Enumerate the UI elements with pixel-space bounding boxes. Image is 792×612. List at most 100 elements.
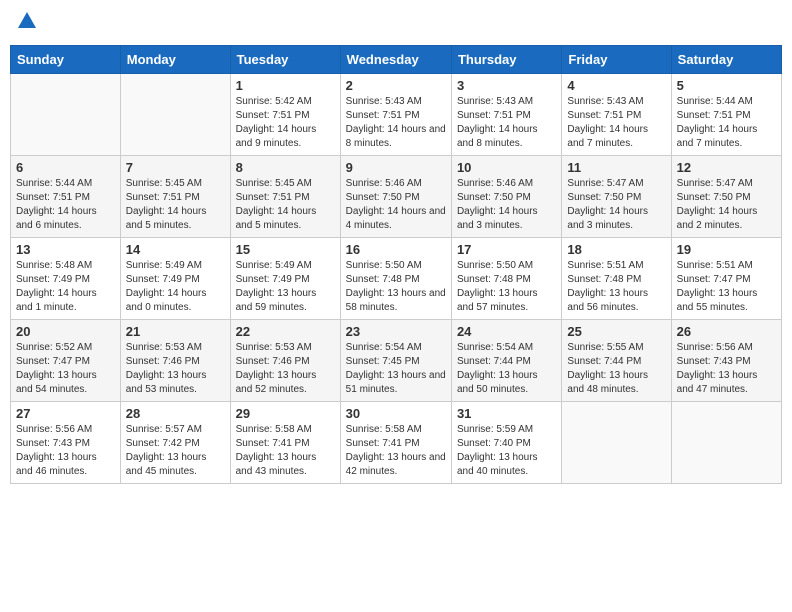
day-number: 19 bbox=[677, 242, 776, 257]
calendar-week-row: 27 Sunrise: 5:56 AMSunset: 7:43 PMDayligh… bbox=[11, 402, 782, 484]
day-number: 14 bbox=[126, 242, 225, 257]
calendar-day-cell: 28 Sunrise: 5:57 AMSunset: 7:42 PMDayligh… bbox=[120, 402, 230, 484]
day-info: Sunrise: 5:58 AMSunset: 7:41 PMDaylight:… bbox=[346, 423, 446, 479]
calendar-day-cell: 26 Sunrise: 5:56 AMSunset: 7:43 PMDayligh… bbox=[671, 320, 781, 402]
day-number: 30 bbox=[346, 406, 446, 421]
calendar-day-cell: 5Sunrise: 5:44 AMSunset: 7:51 PMDaylight… bbox=[671, 74, 781, 156]
logo bbox=[14, 10, 38, 37]
day-info: Sunrise: 5:43 AMSunset: 7:51 PMDaylight:… bbox=[346, 95, 446, 151]
weekday-header: Sunday bbox=[11, 46, 121, 74]
day-number: 1 bbox=[236, 78, 335, 93]
day-number: 6 bbox=[16, 160, 115, 175]
day-info: Sunrise: 5:51 AMSunset: 7:48 PMDaylight:… bbox=[567, 259, 665, 315]
day-info: Sunrise: 5:43 AMSunset: 7:51 PMDaylight:… bbox=[457, 95, 556, 151]
day-info: Sunrise: 5:55 AMSunset: 7:44 PMDaylight:… bbox=[567, 341, 665, 397]
day-info: Sunrise: 5:53 AMSunset: 7:46 PMDaylight:… bbox=[236, 341, 335, 397]
day-number: 7 bbox=[126, 160, 225, 175]
calendar-day-cell: 23 Sunrise: 5:54 AMSunset: 7:45 PMDayligh… bbox=[340, 320, 451, 402]
calendar-day-cell: 10 Sunrise: 5:46 AMSunset: 7:50 PMDayligh… bbox=[451, 156, 561, 238]
calendar-day-cell: 21Sunrise: 5:53 AMSunset: 7:46 PMDayligh… bbox=[120, 320, 230, 402]
calendar-day-cell bbox=[120, 74, 230, 156]
calendar-day-cell: 12 Sunrise: 5:47 AMSunset: 7:50 PMDayligh… bbox=[671, 156, 781, 238]
day-info: Sunrise: 5:57 AMSunset: 7:42 PMDaylight:… bbox=[126, 423, 225, 479]
day-number: 5 bbox=[677, 78, 776, 93]
day-info: Sunrise: 5:56 AMSunset: 7:43 PMDaylight:… bbox=[677, 341, 776, 397]
day-number: 18 bbox=[567, 242, 665, 257]
calendar-day-cell: 8 Sunrise: 5:45 AMSunset: 7:51 PMDaylight… bbox=[230, 156, 340, 238]
day-number: 28 bbox=[126, 406, 225, 421]
calendar-day-cell: 3 Sunrise: 5:43 AMSunset: 7:51 PMDaylight… bbox=[451, 74, 561, 156]
calendar-day-cell: 2 Sunrise: 5:43 AMSunset: 7:51 PMDaylight… bbox=[340, 74, 451, 156]
day-number: 3 bbox=[457, 78, 556, 93]
day-info: Sunrise: 5:47 AMSunset: 7:50 PMDaylight:… bbox=[677, 177, 776, 233]
day-number: 15 bbox=[236, 242, 335, 257]
weekday-header: Saturday bbox=[671, 46, 781, 74]
calendar-day-cell: 31 Sunrise: 5:59 AMSunset: 7:40 PMDayligh… bbox=[451, 402, 561, 484]
day-number: 20 bbox=[16, 324, 115, 339]
day-number: 31 bbox=[457, 406, 556, 421]
page-header bbox=[10, 10, 782, 37]
day-info: Sunrise: 5:45 AMSunset: 7:51 PMDaylight:… bbox=[236, 177, 335, 233]
calendar-day-cell bbox=[671, 402, 781, 484]
day-info: Sunrise: 5:49 AMSunset: 7:49 PMDaylight:… bbox=[126, 259, 225, 315]
day-info: Sunrise: 5:56 AMSunset: 7:43 PMDaylight:… bbox=[16, 423, 115, 479]
weekday-header: Tuesday bbox=[230, 46, 340, 74]
calendar-day-cell: 6 Sunrise: 5:44 AMSunset: 7:51 PMDaylight… bbox=[11, 156, 121, 238]
day-number: 23 bbox=[346, 324, 446, 339]
day-number: 11 bbox=[567, 160, 665, 175]
calendar-day-cell: 25 Sunrise: 5:55 AMSunset: 7:44 PMDayligh… bbox=[562, 320, 671, 402]
day-number: 9 bbox=[346, 160, 446, 175]
day-info: Sunrise: 5:50 AMSunset: 7:48 PMDaylight:… bbox=[346, 259, 446, 315]
calendar-week-row: 20 Sunrise: 5:52 AMSunset: 7:47 PMDayligh… bbox=[11, 320, 782, 402]
calendar-day-cell bbox=[11, 74, 121, 156]
calendar-day-cell bbox=[562, 402, 671, 484]
calendar-day-cell: 27 Sunrise: 5:56 AMSunset: 7:43 PMDayligh… bbox=[11, 402, 121, 484]
day-number: 25 bbox=[567, 324, 665, 339]
day-number: 2 bbox=[346, 78, 446, 93]
calendar-day-cell: 30 Sunrise: 5:58 AMSunset: 7:41 PMDayligh… bbox=[340, 402, 451, 484]
day-info: Sunrise: 5:54 AMSunset: 7:44 PMDaylight:… bbox=[457, 341, 556, 397]
calendar-day-cell: 13 Sunrise: 5:48 AMSunset: 7:49 PMDayligh… bbox=[11, 238, 121, 320]
calendar-day-cell: 18 Sunrise: 5:51 AMSunset: 7:48 PMDayligh… bbox=[562, 238, 671, 320]
day-info: Sunrise: 5:42 AMSunset: 7:51 PMDaylight:… bbox=[236, 95, 335, 151]
calendar-day-cell: 29Sunrise: 5:58 AMSunset: 7:41 PMDayligh… bbox=[230, 402, 340, 484]
day-info: Sunrise: 5:48 AMSunset: 7:49 PMDaylight:… bbox=[16, 259, 115, 315]
day-info: Sunrise: 5:47 AMSunset: 7:50 PMDaylight:… bbox=[567, 177, 665, 233]
day-number: 26 bbox=[677, 324, 776, 339]
day-info: Sunrise: 5:51 AMSunset: 7:47 PMDaylight:… bbox=[677, 259, 776, 315]
calendar-day-cell: 11 Sunrise: 5:47 AMSunset: 7:50 PMDayligh… bbox=[562, 156, 671, 238]
day-info: Sunrise: 5:58 AMSunset: 7:41 PMDaylight:… bbox=[236, 423, 335, 479]
day-info: Sunrise: 5:46 AMSunset: 7:50 PMDaylight:… bbox=[457, 177, 556, 233]
day-number: 8 bbox=[236, 160, 335, 175]
day-info: Sunrise: 5:52 AMSunset: 7:47 PMDaylight:… bbox=[16, 341, 115, 397]
day-info: Sunrise: 5:59 AMSunset: 7:40 PMDaylight:… bbox=[457, 423, 556, 479]
day-info: Sunrise: 5:44 AMSunset: 7:51 PMDaylight:… bbox=[16, 177, 115, 233]
day-number: 22 bbox=[236, 324, 335, 339]
calendar-day-cell: 24 Sunrise: 5:54 AMSunset: 7:44 PMDayligh… bbox=[451, 320, 561, 402]
calendar-day-cell: 7 Sunrise: 5:45 AMSunset: 7:51 PMDaylight… bbox=[120, 156, 230, 238]
calendar-day-cell: 9 Sunrise: 5:46 AMSunset: 7:50 PMDaylight… bbox=[340, 156, 451, 238]
calendar-week-row: 1 Sunrise: 5:42 AMSunset: 7:51 PMDaylight… bbox=[11, 74, 782, 156]
day-number: 27 bbox=[16, 406, 115, 421]
calendar-day-cell: 1 Sunrise: 5:42 AMSunset: 7:51 PMDaylight… bbox=[230, 74, 340, 156]
calendar-day-cell: 15Sunrise: 5:49 AMSunset: 7:49 PMDayligh… bbox=[230, 238, 340, 320]
day-info: Sunrise: 5:45 AMSunset: 7:51 PMDaylight:… bbox=[126, 177, 225, 233]
weekday-header: Friday bbox=[562, 46, 671, 74]
weekday-header: Wednesday bbox=[340, 46, 451, 74]
day-number: 24 bbox=[457, 324, 556, 339]
calendar-day-cell: 16Sunrise: 5:50 AMSunset: 7:48 PMDayligh… bbox=[340, 238, 451, 320]
day-info: Sunrise: 5:54 AMSunset: 7:45 PMDaylight:… bbox=[346, 341, 446, 397]
day-number: 17 bbox=[457, 242, 556, 257]
calendar-table: SundayMondayTuesdayWednesdayThursdayFrid… bbox=[10, 45, 782, 484]
day-info: Sunrise: 5:53 AMSunset: 7:46 PMDaylight:… bbox=[126, 341, 225, 397]
day-number: 12 bbox=[677, 160, 776, 175]
day-number: 10 bbox=[457, 160, 556, 175]
calendar-week-row: 13 Sunrise: 5:48 AMSunset: 7:49 PMDayligh… bbox=[11, 238, 782, 320]
day-info: Sunrise: 5:46 AMSunset: 7:50 PMDaylight:… bbox=[346, 177, 446, 233]
calendar-header-row: SundayMondayTuesdayWednesdayThursdayFrid… bbox=[11, 46, 782, 74]
day-number: 13 bbox=[16, 242, 115, 257]
day-number: 4 bbox=[567, 78, 665, 93]
calendar-day-cell: 17Sunrise: 5:50 AMSunset: 7:48 PMDayligh… bbox=[451, 238, 561, 320]
calendar-day-cell: 22 Sunrise: 5:53 AMSunset: 7:46 PMDayligh… bbox=[230, 320, 340, 402]
calendar-day-cell: 20 Sunrise: 5:52 AMSunset: 7:47 PMDayligh… bbox=[11, 320, 121, 402]
